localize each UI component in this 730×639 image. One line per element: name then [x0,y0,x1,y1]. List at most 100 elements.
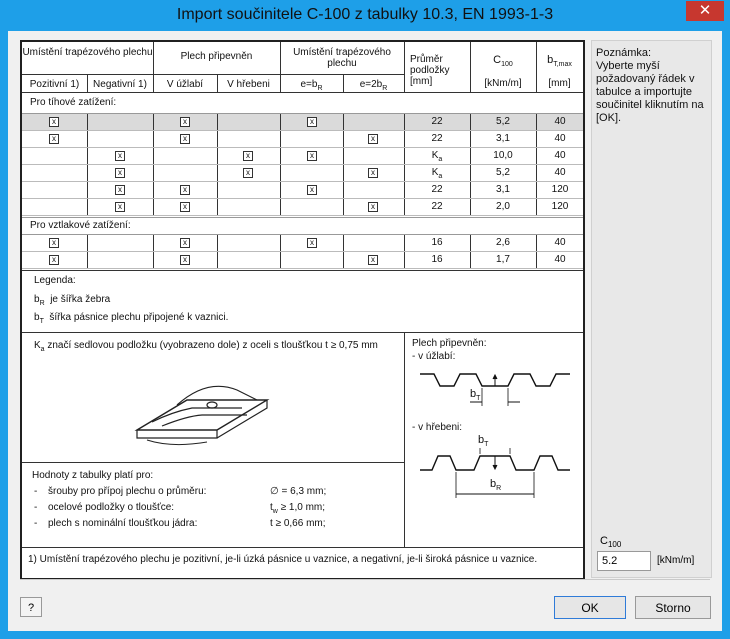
table-row[interactable]: x x x Ka 5,2 40 [22,165,583,182]
header-fastening: Plech připevněn [180,51,253,62]
cell-bt: 120 [551,201,569,212]
check-mark: x [115,168,125,178]
close-button[interactable]: ✕ [686,1,724,21]
table-row[interactable]: x x x 22 3,1 120 [22,182,583,199]
header-crest: V hřebeni [227,79,270,90]
footnote: 1) Umístění trapézového plechu je poziti… [28,554,538,565]
check-mark: x [49,134,59,144]
check-mark: x [180,238,190,248]
check-mark: x [49,255,59,265]
validity-dash: - [34,486,38,497]
cell-diameter: 16 [431,254,443,265]
section-gravity: Pro tíhové zatížení: [30,97,117,108]
validity-bolts-value: ∅ = 6,3 mm; [270,486,327,497]
validity-dash: - [34,518,38,529]
validity-washer-value: tw ≥ 1,0 mm; [270,502,326,515]
check-mark: x [307,238,317,248]
dim-br-label: bR [490,478,502,493]
check-mark: x [180,185,190,195]
cell-diameter: Ka [431,167,443,180]
check-mark: x [307,117,317,127]
table-row[interactable]: x x x 22 5,2 40 [22,114,583,131]
validity-sheet-value: t ≥ 0,66 mm; [270,518,326,529]
check-mark: x [307,185,317,195]
header-positive: Pozitivní 1) [29,79,80,90]
cell-c100: 2,6 [496,237,510,248]
header-e-br: e=bR [300,79,323,92]
header-bt-unit: [mm] [548,78,571,89]
ok-button[interactable]: OK [554,596,626,619]
validity-sheet: plech s nominální tloušťkou jádra: [48,518,198,529]
cell-c100: 5,2 [496,167,510,178]
check-mark: x [180,117,190,127]
check-mark: x [243,168,253,178]
c100-label: C100 [600,535,622,550]
check-mark: x [368,202,378,212]
header-placement-2: Umístění trapézového plechu [293,47,391,69]
validity-title: Hodnoty z tabulky platí pro: [32,470,154,481]
table-row[interactable]: x x x 16 1,7 40 [22,252,583,269]
note-panel: Poznámka: Vyberte myší požadovaný řádek … [591,40,712,578]
help-button[interactable]: ? [20,597,42,617]
header-e-2br: e=2bR [359,79,388,92]
dim-bt2-label: bT [478,434,489,449]
header-bt: bT,max [547,54,572,69]
coefficient-table: Umístění trapézového plechu Plech připev… [20,40,585,580]
validity-dash: - [34,502,38,513]
table-row[interactable]: x x x 22 2,0 120 [22,199,583,216]
header-negative: Negativní 1) [93,79,147,90]
title-bar: Import součinitele C-100 z tabulky 10.3,… [0,0,730,32]
check-mark: x [115,185,125,195]
cell-c100: 2,0 [496,201,510,212]
table-row[interactable]: x x x Ka 10,0 40 [22,148,583,165]
cell-diameter: Ka [431,150,443,163]
legend-br: bR je šířka žebra [34,294,111,307]
section-uplift: Pro vztlakové zatížení: [30,220,131,231]
table-row[interactable]: x x x 22 3,1 40 [22,131,583,148]
fastened-crest: - v hřebeni: [412,422,463,433]
cell-bt: 120 [551,184,569,195]
check-mark: x [180,202,190,212]
note-text: Poznámka: Vyberte myší požadovaný řádek … [596,47,708,125]
header-trough: V úžlabí [166,79,204,90]
check-mark: x [243,151,253,161]
cell-diameter: 22 [431,201,443,212]
check-mark: x [49,117,59,127]
check-mark: x [49,238,59,248]
check-mark: x [368,168,378,178]
cell-diameter: 22 [431,133,443,144]
cell-bt: 40 [554,116,566,127]
check-mark: x [368,255,378,265]
fastened-trough: - v úžlabí: [412,351,456,362]
header-diameter: Průměr podložky [mm] [410,54,450,87]
cancel-button[interactable]: Storno [635,596,711,619]
saddle-washer-drawing [134,385,270,446]
check-mark: x [180,134,190,144]
dialog-client: Umístění trapézového plechu Plech připev… [8,31,722,631]
check-mark: x [180,255,190,265]
crest-profile-drawing [420,448,570,498]
legend-title: Legenda: [34,275,76,286]
cell-diameter: 22 [431,116,443,127]
validity-bolts: šrouby pro přípoj plechu o průměru: [48,486,207,497]
header-c100-unit: [kNm/m] [484,78,522,89]
validity-washer: ocelové podložky o tloušťce: [48,502,175,513]
note-title: Poznámka: [596,47,652,59]
check-mark: x [307,151,317,161]
c100-input[interactable] [597,551,651,571]
check-mark: x [115,202,125,212]
dim-bt-label: bT [470,388,481,403]
check-mark: x [368,134,378,144]
window-title: Import součinitele C-100 z tabulky 10.3,… [176,6,554,23]
fastened-title: Plech připevněn: [412,338,487,349]
bottom-separator [20,579,710,580]
check-mark: x [115,151,125,161]
header-c100: C100 [493,54,513,69]
table-row[interactable]: x x x 16 2,6 40 [22,235,583,252]
cell-diameter: 16 [431,237,443,248]
trough-profile-drawing [420,373,570,406]
ka-note: Ka značí sedlovou podložku (vyobrazeno d… [34,340,378,353]
cell-bt: 40 [554,150,566,161]
cell-bt: 40 [554,254,566,265]
cell-c100: 10,0 [493,150,513,161]
